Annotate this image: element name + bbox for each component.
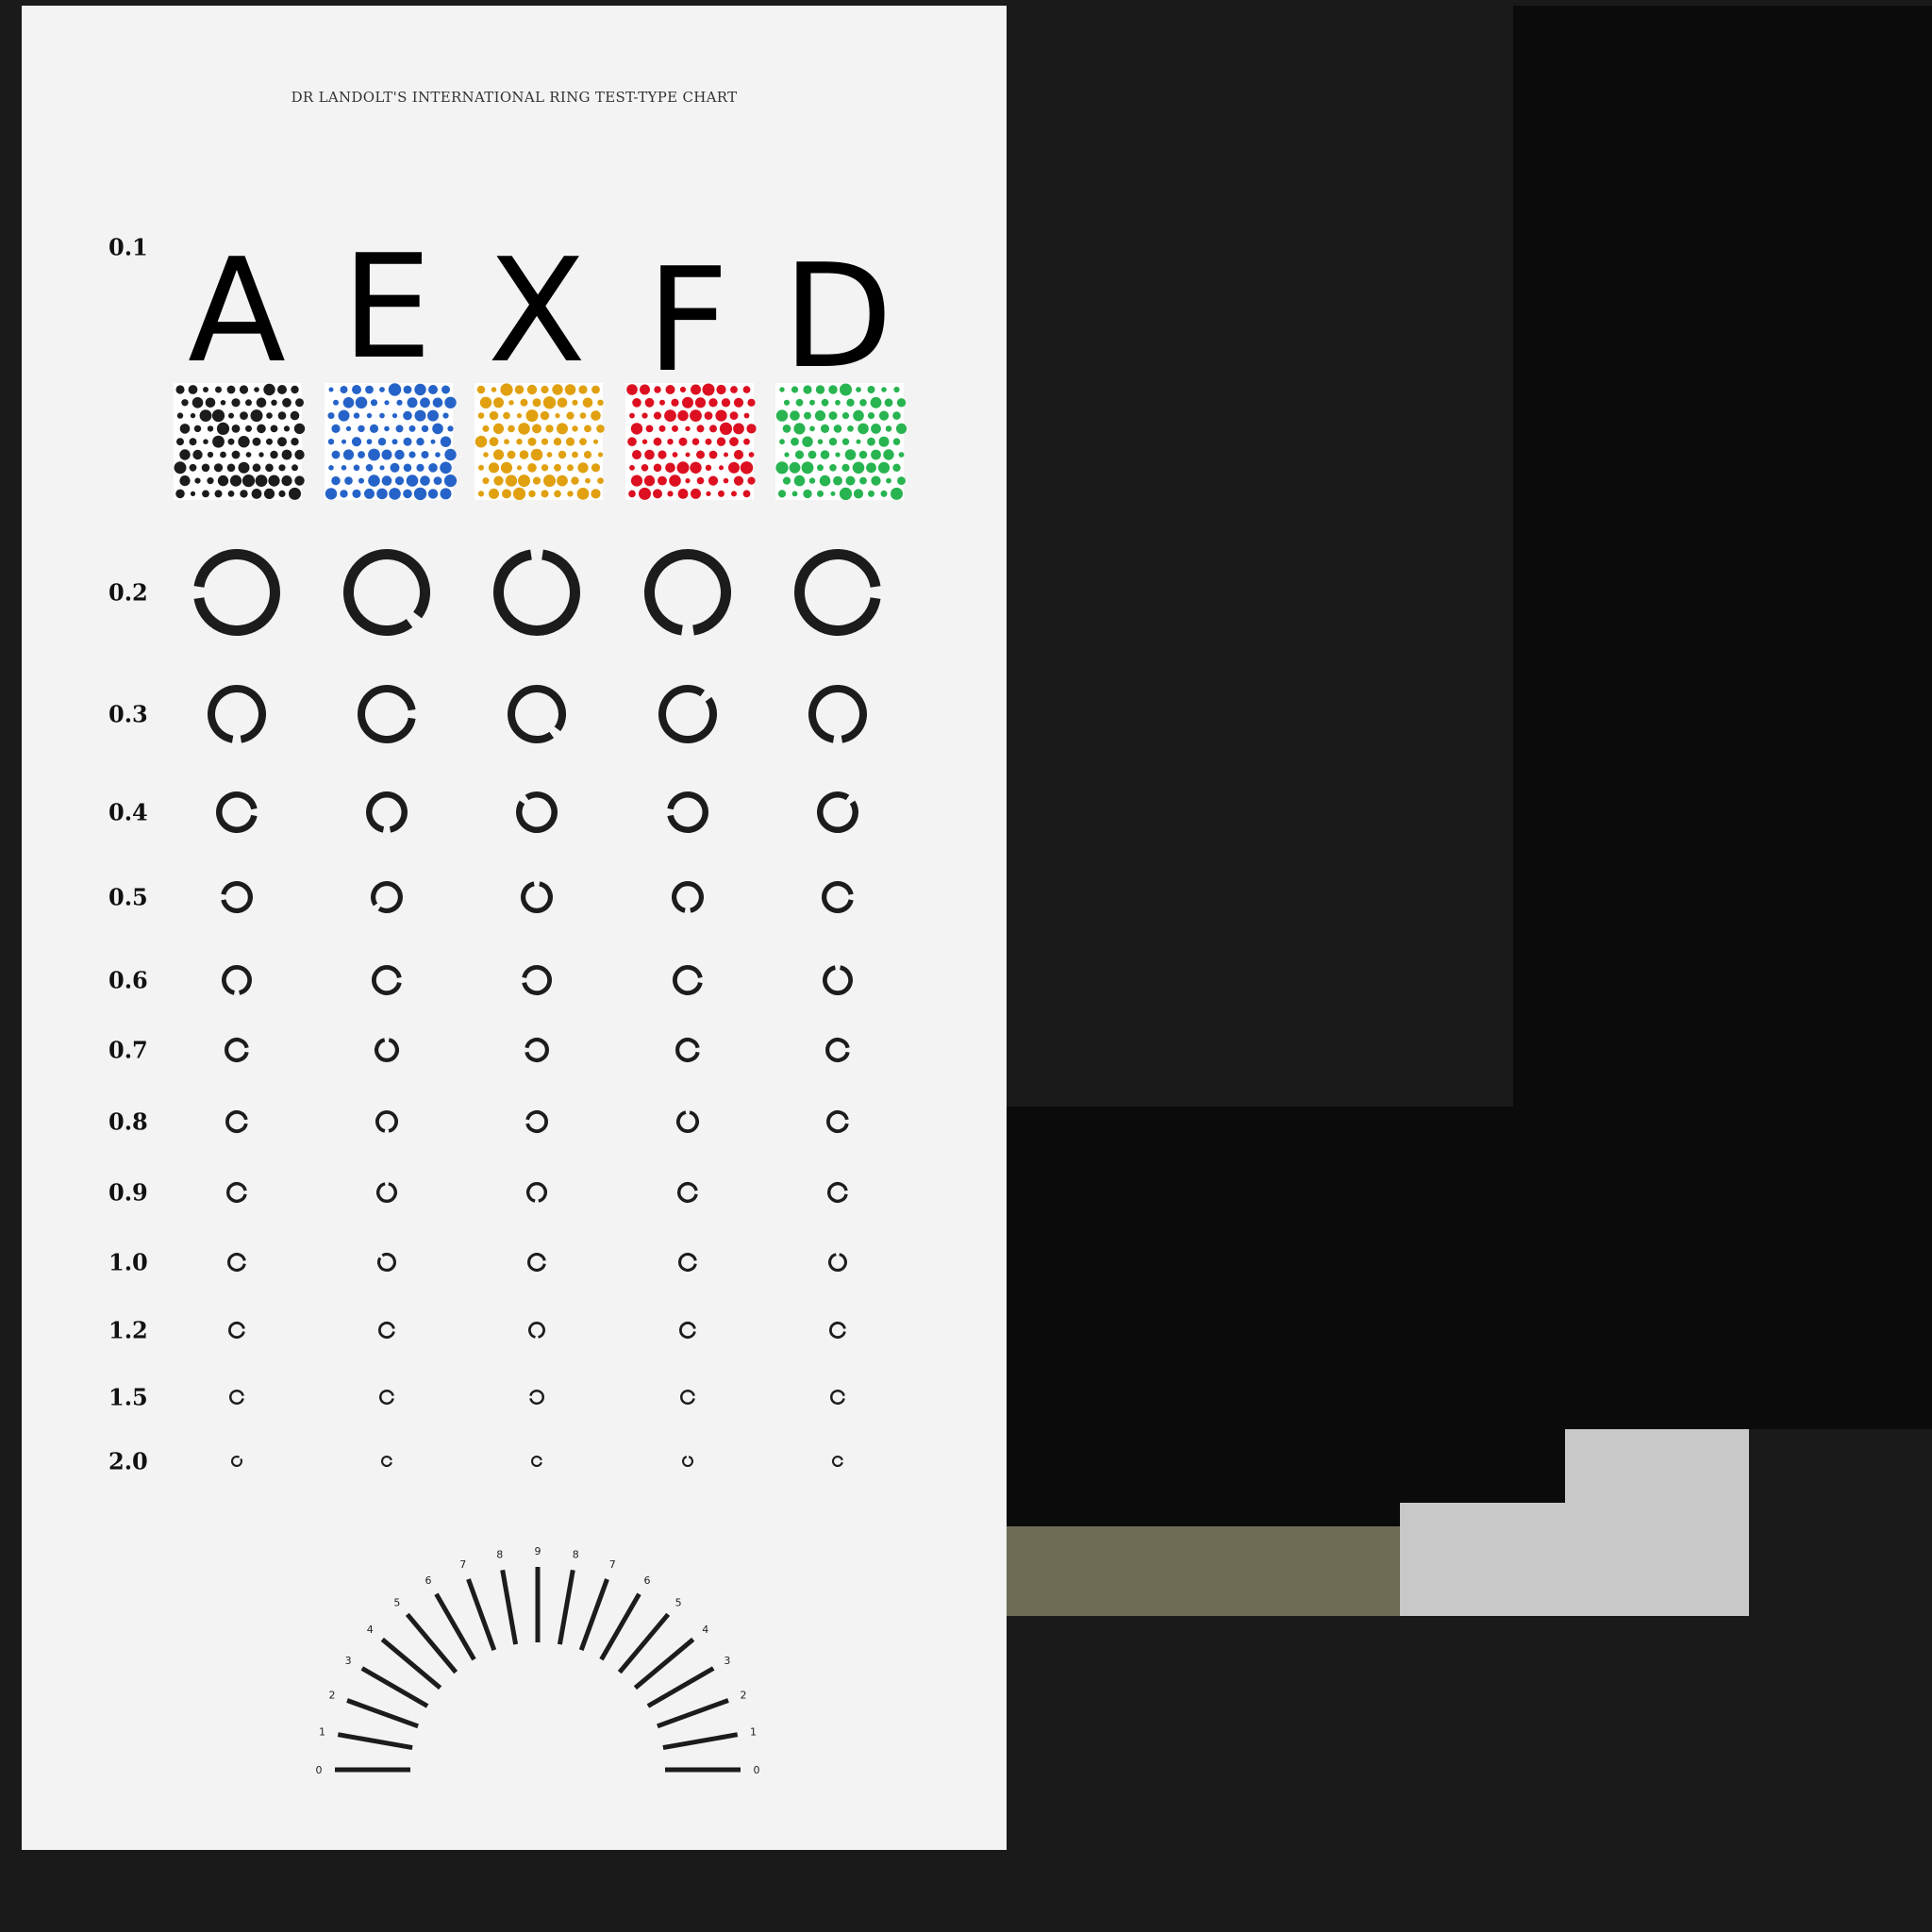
fan-number: 5 xyxy=(393,1596,400,1608)
fan-line xyxy=(360,1666,429,1708)
fan-number: 1 xyxy=(319,1726,325,1739)
fan-number: 4 xyxy=(702,1624,708,1636)
fan-line xyxy=(434,1592,476,1661)
fan-number: 0 xyxy=(316,1764,323,1776)
fan-number: 1 xyxy=(750,1726,757,1739)
fan-line xyxy=(599,1592,641,1661)
fan-number: 3 xyxy=(724,1655,730,1667)
fan-line xyxy=(500,1569,519,1645)
fan-line xyxy=(578,1578,609,1651)
fan-number: 5 xyxy=(675,1596,682,1608)
fan-number: 7 xyxy=(459,1558,466,1571)
fan-line xyxy=(466,1578,497,1651)
fan-number: 4 xyxy=(367,1624,374,1636)
fan-number: 8 xyxy=(496,1549,503,1561)
fan-number: 7 xyxy=(609,1558,616,1571)
fan-number: 0 xyxy=(754,1764,760,1776)
fan-line xyxy=(662,1732,739,1751)
fan-line xyxy=(657,1698,729,1729)
fan-number: 6 xyxy=(644,1574,651,1587)
fan-line xyxy=(646,1666,715,1708)
fan-number: 8 xyxy=(573,1549,579,1561)
fan-line xyxy=(337,1732,413,1751)
fan-number: 2 xyxy=(329,1690,336,1702)
astigmatic-fan-chart: 0 1 2 3 4 5 6 7 8 9 8 7 6 5 4 3 2 1 0 xyxy=(316,1545,760,1776)
fan-number: 3 xyxy=(345,1655,352,1667)
fan-line xyxy=(346,1698,419,1729)
fan-line xyxy=(557,1569,575,1645)
fan-number: 6 xyxy=(425,1574,432,1587)
fan-number: 9 xyxy=(535,1545,541,1557)
fan-number: 2 xyxy=(741,1690,747,1702)
